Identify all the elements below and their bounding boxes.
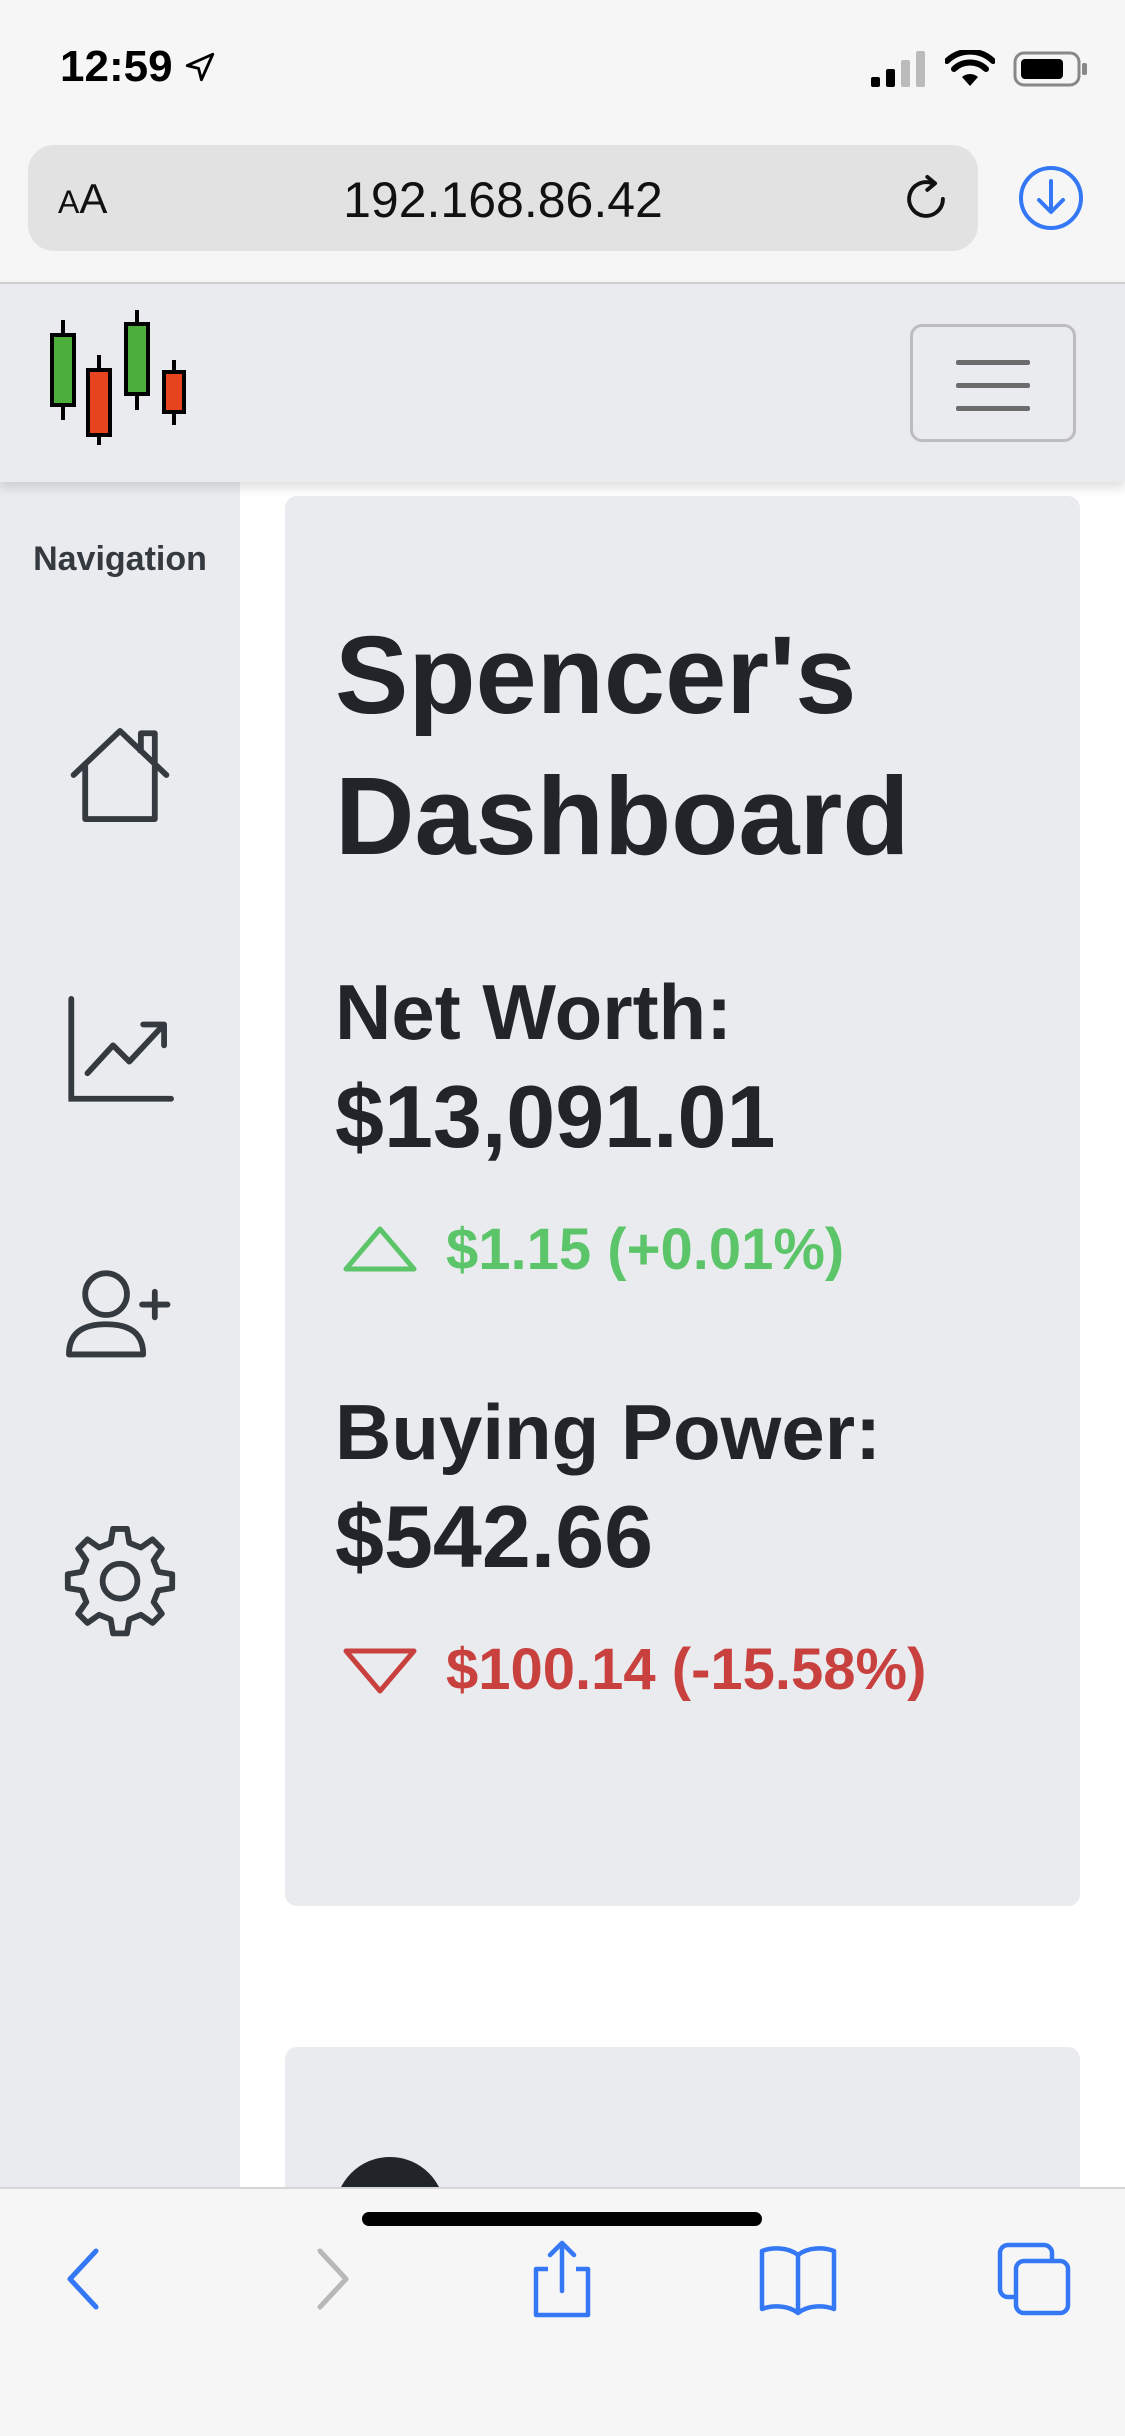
top-navbar bbox=[0, 282, 1125, 482]
buying-power-label: Buying Power: bbox=[335, 1388, 882, 1476]
tabs-icon[interactable] bbox=[994, 2239, 1074, 2319]
triangle-down-icon bbox=[343, 1648, 417, 1693]
status-time: 12:59 bbox=[60, 42, 217, 92]
net-worth-change-text: $1.15 (+0.01%) bbox=[446, 1217, 845, 1282]
page-title: Spencer's Dashboard bbox=[335, 614, 910, 878]
buying-power-change-text: $100.14 (-15.58%) bbox=[446, 1637, 927, 1702]
net-worth-label: Net Worth: bbox=[335, 968, 733, 1056]
sidebar: Navigation bbox=[0, 482, 240, 2187]
bookmarks-icon[interactable] bbox=[758, 2239, 838, 2319]
back-icon[interactable] bbox=[48, 2239, 128, 2319]
forward-icon[interactable] bbox=[288, 2239, 368, 2319]
reload-icon[interactable] bbox=[900, 173, 952, 225]
chart-icon[interactable] bbox=[62, 992, 178, 1108]
candlestick-logo-icon[interactable] bbox=[44, 310, 194, 460]
buying-power-change: $100.14 (-15.58%) bbox=[340, 1636, 926, 1703]
hamburger-line bbox=[956, 360, 1030, 365]
gear-icon[interactable] bbox=[62, 1522, 178, 1638]
main-content: Spencer's Dashboard Net Worth: $13,091.0… bbox=[240, 482, 1125, 2347]
url-text[interactable]: 192.168.86.42 bbox=[28, 171, 978, 229]
clock: 12:59 bbox=[60, 42, 173, 91]
hamburger-line bbox=[956, 406, 1030, 411]
download-icon[interactable] bbox=[1018, 165, 1084, 231]
share-icon[interactable] bbox=[522, 2239, 602, 2319]
buying-power-value: $542.66 bbox=[335, 1487, 654, 1586]
menu-toggle-button[interactable] bbox=[910, 324, 1076, 442]
status-bar: 12:59 bbox=[0, 0, 1125, 140]
home-icon[interactable] bbox=[62, 717, 178, 833]
net-worth-change: $1.15 (+0.01%) bbox=[340, 1216, 844, 1283]
add-user-icon[interactable] bbox=[62, 1257, 178, 1373]
home-indicator[interactable] bbox=[362, 2212, 762, 2226]
dashboard-card: Spencer's Dashboard Net Worth: $13,091.0… bbox=[285, 496, 1080, 1906]
triangle-up-icon bbox=[343, 1226, 417, 1271]
cellular-signal-icon bbox=[871, 51, 925, 87]
hamburger-line bbox=[956, 383, 1030, 388]
battery-icon bbox=[1013, 51, 1087, 87]
wifi-icon bbox=[945, 50, 995, 86]
location-arrow-icon bbox=[185, 52, 214, 82]
net-worth-value: $13,091.01 bbox=[335, 1067, 776, 1166]
address-bar[interactable]: AA 192.168.86.42 bbox=[28, 145, 978, 251]
sidebar-title: Navigation bbox=[33, 540, 207, 578]
status-indicators bbox=[871, 50, 1089, 88]
